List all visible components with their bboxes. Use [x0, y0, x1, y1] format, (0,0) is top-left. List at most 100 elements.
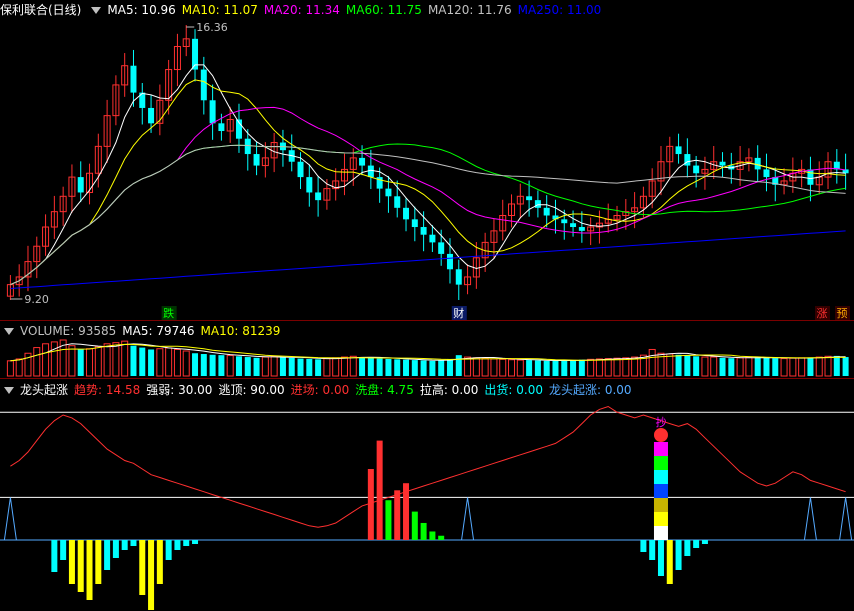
marker-label: 预	[837, 307, 848, 320]
volume-bar	[543, 360, 550, 376]
indicator-label-1: 强弱: 30.00	[146, 383, 213, 397]
negative-bar	[112, 540, 119, 558]
volume-bar	[148, 349, 155, 376]
signal-text: 抄	[655, 415, 666, 429]
candle-body	[394, 196, 401, 208]
volume-bar	[472, 357, 480, 377]
ma-label-3: MA60: 11.75	[345, 3, 422, 17]
volume-bar	[772, 358, 779, 376]
candle-body	[526, 196, 533, 201]
entry-bar	[385, 500, 392, 540]
entry-bar	[438, 535, 445, 540]
volume-bar	[411, 360, 418, 376]
volume-bar	[684, 355, 691, 376]
signal-tower-block	[653, 470, 668, 484]
volume-bar	[613, 357, 621, 377]
ma-labels: MA5: 10.96 MA10: 11.07 MA20: 11.34 MA60: 11…	[107, 3, 607, 17]
candle-body	[570, 223, 577, 228]
candle-body	[675, 146, 682, 155]
volume-bar	[745, 356, 753, 377]
negative-bar	[165, 540, 172, 560]
dropdown-triangle-icon[interactable]	[4, 328, 14, 335]
negative-bar	[701, 540, 708, 544]
volume-bar	[429, 360, 436, 376]
candle-body	[297, 161, 304, 178]
negative-bar	[156, 540, 163, 584]
volume-bar	[349, 355, 357, 377]
volume-bar	[130, 345, 137, 376]
negative-bar	[139, 540, 146, 595]
high-price-label: 16.36	[196, 21, 228, 34]
volume-bar	[631, 356, 639, 377]
volume-bar	[446, 358, 453, 376]
indicator-title: 龙头起涨	[20, 383, 69, 397]
candle-body	[719, 161, 726, 166]
volume-labels: VOLUME: 93585 MA5: 79746 MA10: 81239	[20, 324, 286, 338]
candle-body	[411, 219, 418, 228]
volume-header: VOLUME: 93585 MA5: 79746 MA10: 81239	[0, 322, 292, 340]
negative-bar	[192, 540, 199, 544]
candle-body	[684, 154, 691, 166]
entry-bar	[367, 469, 374, 540]
candle-body	[403, 207, 410, 220]
entry-bar	[420, 522, 427, 540]
signal-tower-block	[653, 498, 668, 512]
negative-bar	[51, 540, 58, 572]
volume-label-1: MA5: 79746	[122, 324, 195, 338]
volume-bar	[306, 358, 313, 376]
volume-bar	[15, 358, 23, 377]
volume-bar	[226, 355, 234, 377]
candle-body	[200, 69, 207, 101]
negative-bar	[68, 540, 75, 584]
volume-bar	[719, 357, 726, 376]
candle-body	[754, 157, 761, 170]
volume-bar	[279, 357, 286, 376]
ma250-line	[10, 230, 846, 289]
volume-bar	[270, 355, 278, 377]
volume-bar	[244, 357, 251, 376]
volume-bar	[648, 348, 656, 377]
candle-body	[420, 227, 427, 235]
divider-volume-indicator	[0, 378, 854, 379]
volume-bar	[516, 359, 524, 377]
dropdown-triangle-icon[interactable]	[91, 7, 102, 14]
volume-bar	[182, 350, 190, 377]
chart-canvas[interactable]: 16.36 9.20 跌 财 涨预抄	[0, 0, 854, 611]
ma-label-5: MA250: 11.00	[517, 3, 602, 17]
dropdown-triangle-icon[interactable]	[4, 387, 14, 394]
candle-body	[561, 219, 568, 224]
volume-bar	[340, 356, 348, 377]
ma20-line	[10, 106, 846, 286]
candle-body	[148, 107, 155, 124]
volume-bar	[561, 360, 568, 376]
trend-line	[10, 405, 846, 528]
volume-bar	[666, 353, 674, 377]
volume-bar	[77, 349, 84, 376]
negative-bar	[121, 540, 128, 550]
candle-body	[315, 192, 322, 201]
ma-label-1: MA10: 11.07	[181, 3, 258, 17]
volume-bar	[780, 358, 788, 377]
negative-bar	[174, 540, 181, 550]
candle-body	[218, 123, 225, 132]
volume-bar	[261, 356, 269, 377]
signal-spike	[839, 497, 853, 541]
volume-bar	[403, 359, 410, 376]
negative-bar	[130, 540, 137, 546]
candle-body	[807, 169, 814, 185]
ma5-line	[10, 64, 846, 286]
marker-label: 跌	[163, 306, 174, 320]
candle-body	[130, 65, 137, 93]
divider-main-volume	[0, 320, 854, 321]
candle-body	[693, 165, 700, 174]
negative-bar	[148, 540, 155, 610]
volume-bar	[815, 356, 823, 377]
volume-bar	[710, 356, 718, 377]
volume-bar	[68, 345, 76, 377]
indicator-labels: 趋势: 14.58 强弱: 30.00 逃顶: 90.00 进场: 0.00 洗盘: 4…	[74, 383, 638, 397]
indicator-label-5: 拉高: 0.00	[419, 383, 479, 397]
negative-bar	[649, 540, 656, 560]
volume-bar	[235, 356, 242, 376]
candle-body	[244, 138, 251, 155]
indicator-label-4: 洗盘: 4.75	[355, 383, 414, 397]
